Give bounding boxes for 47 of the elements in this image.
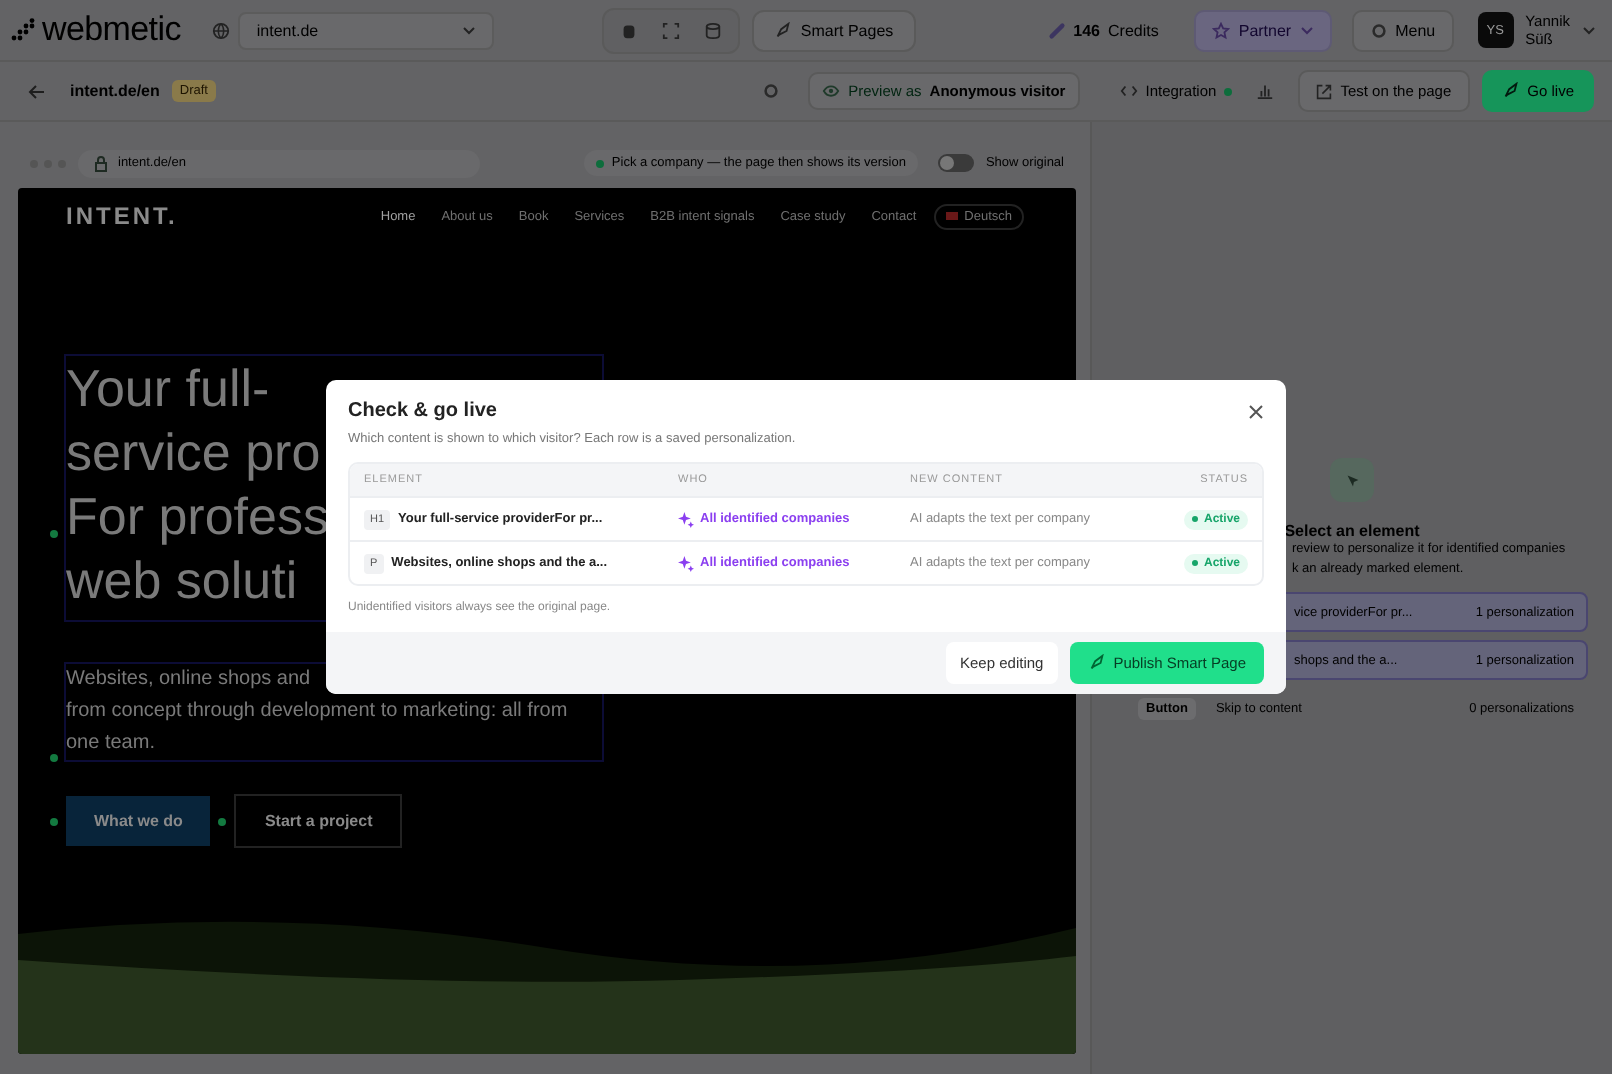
site-button[interactable]: Start a project <box>234 794 403 848</box>
link-icon <box>1047 21 1066 39</box>
chevron-icon <box>1299 25 1314 35</box>
chevron-icon <box>462 25 477 35</box>
hero-heading-line: Your full- <box>66 356 270 420</box>
page-url: intent.de/en <box>70 82 160 100</box>
hero-heading-line: web soluti <box>66 548 298 612</box>
flag-icon <box>946 212 959 220</box>
sparkle-icon <box>678 555 694 571</box>
menu-button[interactable]: Menu <box>1351 9 1454 51</box>
partner-button[interactable]: Partner <box>1194 9 1332 51</box>
external-link-icon <box>1316 83 1333 99</box>
globe-icon <box>212 21 231 39</box>
marker-dot[interactable] <box>50 817 58 825</box>
panel-title: Select an element <box>1284 522 1420 540</box>
site-logo: INTENT. <box>66 202 178 230</box>
chevron-icon[interactable] <box>1582 25 1596 35</box>
credits-count: 146 <box>1073 21 1101 39</box>
marker-dot[interactable] <box>218 817 227 825</box>
cursor-icon <box>1330 458 1374 502</box>
close-icon[interactable] <box>1248 403 1264 419</box>
eye-icon <box>822 84 841 98</box>
dialog-title: Check & go live <box>348 400 497 422</box>
star-icon <box>1212 21 1231 39</box>
code-icon <box>1119 84 1138 98</box>
credits-label: Credits <box>1108 21 1159 39</box>
site-select[interactable]: intent.de <box>238 11 495 49</box>
marker-dot[interactable] <box>50 530 58 538</box>
hero-paragraph-line: Websites, online shops and <box>66 666 311 694</box>
back-arrow-icon[interactable] <box>28 83 46 99</box>
show-original-toggle[interactable] <box>937 154 974 172</box>
logo-icon <box>10 18 38 42</box>
marker-dot[interactable] <box>50 754 58 762</box>
database-icon[interactable] <box>704 21 723 39</box>
hero-paragraph-line: one team. <box>66 730 155 758</box>
hero-paragraph-line: from concept through development to marketing: all from <box>66 698 568 726</box>
expand-icon[interactable] <box>662 21 681 39</box>
chart-icon[interactable] <box>1256 82 1275 100</box>
hero-heading-line: service pro <box>66 420 321 484</box>
hero-heading-line: For profess <box>66 484 329 548</box>
site-button[interactable]: What we do <box>66 796 211 846</box>
smart-pages-button[interactable]: Smart Pages <box>752 9 916 51</box>
settings-icon[interactable] <box>762 82 781 100</box>
settings-icon <box>1369 21 1388 39</box>
logo-text: webmetic <box>42 10 181 50</box>
lock-icon <box>94 155 108 171</box>
sparkle-icon <box>678 511 694 527</box>
